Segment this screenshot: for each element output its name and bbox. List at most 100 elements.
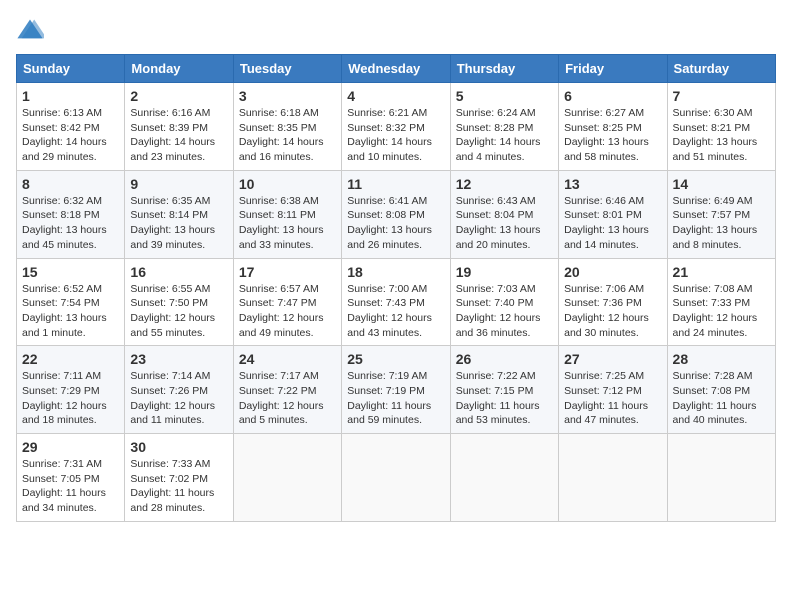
day-detail: Sunrise: 6:32 AM Sunset: 8:18 PM Dayligh… — [22, 194, 119, 253]
calendar-cell: 29 Sunrise: 7:31 AM Sunset: 7:05 PM Dayli… — [17, 434, 125, 522]
day-detail: Sunrise: 6:43 AM Sunset: 8:04 PM Dayligh… — [456, 194, 553, 253]
calendar-week-row: 22 Sunrise: 7:11 AM Sunset: 7:29 PM Dayli… — [17, 346, 776, 434]
day-number: 25 — [347, 351, 444, 367]
day-detail: Sunrise: 7:25 AM Sunset: 7:12 PM Dayligh… — [564, 369, 661, 428]
day-number: 18 — [347, 264, 444, 280]
calendar-cell: 14 Sunrise: 6:49 AM Sunset: 7:57 PM Dayli… — [667, 170, 775, 258]
day-number: 9 — [130, 176, 227, 192]
logo — [16, 16, 48, 44]
day-number: 3 — [239, 88, 336, 104]
day-detail: Sunrise: 7:08 AM Sunset: 7:33 PM Dayligh… — [673, 282, 770, 341]
calendar-cell: 26 Sunrise: 7:22 AM Sunset: 7:15 PM Dayli… — [450, 346, 558, 434]
day-detail: Sunrise: 6:57 AM Sunset: 7:47 PM Dayligh… — [239, 282, 336, 341]
day-number: 5 — [456, 88, 553, 104]
day-number: 15 — [22, 264, 119, 280]
day-number: 11 — [347, 176, 444, 192]
calendar-cell: 10 Sunrise: 6:38 AM Sunset: 8:11 PM Dayli… — [233, 170, 341, 258]
day-detail: Sunrise: 7:11 AM Sunset: 7:29 PM Dayligh… — [22, 369, 119, 428]
day-detail: Sunrise: 6:13 AM Sunset: 8:42 PM Dayligh… — [22, 106, 119, 165]
day-detail: Sunrise: 6:24 AM Sunset: 8:28 PM Dayligh… — [456, 106, 553, 165]
day-number: 10 — [239, 176, 336, 192]
calendar-cell: 5 Sunrise: 6:24 AM Sunset: 8:28 PM Daylig… — [450, 83, 558, 171]
day-number: 4 — [347, 88, 444, 104]
weekday-header-row: SundayMondayTuesdayWednesdayThursdayFrid… — [17, 55, 776, 83]
calendar-table: SundayMondayTuesdayWednesdayThursdayFrid… — [16, 54, 776, 522]
day-detail: Sunrise: 6:49 AM Sunset: 7:57 PM Dayligh… — [673, 194, 770, 253]
calendar-week-row: 15 Sunrise: 6:52 AM Sunset: 7:54 PM Dayli… — [17, 258, 776, 346]
calendar-cell: 25 Sunrise: 7:19 AM Sunset: 7:19 PM Dayli… — [342, 346, 450, 434]
weekday-header-sunday: Sunday — [17, 55, 125, 83]
day-number: 12 — [456, 176, 553, 192]
day-number: 20 — [564, 264, 661, 280]
day-number: 14 — [673, 176, 770, 192]
day-number: 7 — [673, 88, 770, 104]
calendar-cell: 8 Sunrise: 6:32 AM Sunset: 8:18 PM Daylig… — [17, 170, 125, 258]
calendar-cell: 6Sunrise: 6:27 AM Sunset: 8:25 PM Daylig… — [559, 83, 667, 171]
day-number: 1 — [22, 88, 119, 104]
calendar-cell: 9 Sunrise: 6:35 AM Sunset: 8:14 PM Daylig… — [125, 170, 233, 258]
day-detail: Sunrise: 6:27 AM Sunset: 8:25 PM Dayligh… — [564, 106, 661, 165]
day-number: 23 — [130, 351, 227, 367]
day-detail: Sunrise: 7:22 AM Sunset: 7:15 PM Dayligh… — [456, 369, 553, 428]
weekday-header-saturday: Saturday — [667, 55, 775, 83]
calendar-cell — [342, 434, 450, 522]
day-number: 22 — [22, 351, 119, 367]
day-number: 13 — [564, 176, 661, 192]
day-number: 2 — [130, 88, 227, 104]
day-detail: Sunrise: 7:28 AM Sunset: 7:08 PM Dayligh… — [673, 369, 770, 428]
calendar-cell: 16Sunrise: 6:55 AM Sunset: 7:50 PM Dayli… — [125, 258, 233, 346]
day-number: 26 — [456, 351, 553, 367]
calendar-cell — [233, 434, 341, 522]
calendar-cell: 18 Sunrise: 7:00 AM Sunset: 7:43 PM Dayli… — [342, 258, 450, 346]
day-detail: Sunrise: 6:46 AM Sunset: 8:01 PM Dayligh… — [564, 194, 661, 253]
day-number: 17 — [239, 264, 336, 280]
day-number: 24 — [239, 351, 336, 367]
day-number: 27 — [564, 351, 661, 367]
day-detail: Sunrise: 6:38 AM Sunset: 8:11 PM Dayligh… — [239, 194, 336, 253]
day-detail: Sunrise: 7:03 AM Sunset: 7:40 PM Dayligh… — [456, 282, 553, 341]
day-number: 8 — [22, 176, 119, 192]
calendar-cell: 21 Sunrise: 7:08 AM Sunset: 7:33 PM Dayli… — [667, 258, 775, 346]
day-detail: Sunrise: 6:16 AM Sunset: 8:39 PM Dayligh… — [130, 106, 227, 165]
day-detail: Sunrise: 7:31 AM Sunset: 7:05 PM Dayligh… — [22, 457, 119, 516]
day-detail: Sunrise: 7:17 AM Sunset: 7:22 PM Dayligh… — [239, 369, 336, 428]
day-number: 21 — [673, 264, 770, 280]
calendar-cell: 7 Sunrise: 6:30 AM Sunset: 8:21 PM Daylig… — [667, 83, 775, 171]
day-detail: Sunrise: 7:00 AM Sunset: 7:43 PM Dayligh… — [347, 282, 444, 341]
page-header — [16, 16, 776, 44]
calendar-cell: 17 Sunrise: 6:57 AM Sunset: 7:47 PM Dayli… — [233, 258, 341, 346]
day-number: 19 — [456, 264, 553, 280]
calendar-week-row: 8 Sunrise: 6:32 AM Sunset: 8:18 PM Daylig… — [17, 170, 776, 258]
weekday-header-thursday: Thursday — [450, 55, 558, 83]
day-detail: Sunrise: 7:33 AM Sunset: 7:02 PM Dayligh… — [130, 457, 227, 516]
calendar-cell — [559, 434, 667, 522]
calendar-cell: 11Sunrise: 6:41 AM Sunset: 8:08 PM Dayli… — [342, 170, 450, 258]
calendar-cell — [667, 434, 775, 522]
day-detail: Sunrise: 6:21 AM Sunset: 8:32 PM Dayligh… — [347, 106, 444, 165]
calendar-cell: 24 Sunrise: 7:17 AM Sunset: 7:22 PM Dayli… — [233, 346, 341, 434]
calendar-week-row: 29 Sunrise: 7:31 AM Sunset: 7:05 PM Dayli… — [17, 434, 776, 522]
calendar-cell: 12 Sunrise: 6:43 AM Sunset: 8:04 PM Dayli… — [450, 170, 558, 258]
weekday-header-wednesday: Wednesday — [342, 55, 450, 83]
calendar-cell: 15 Sunrise: 6:52 AM Sunset: 7:54 PM Dayli… — [17, 258, 125, 346]
weekday-header-friday: Friday — [559, 55, 667, 83]
day-number: 29 — [22, 439, 119, 455]
calendar-cell: 27 Sunrise: 7:25 AM Sunset: 7:12 PM Dayli… — [559, 346, 667, 434]
weekday-header-monday: Monday — [125, 55, 233, 83]
calendar-cell: 2 Sunrise: 6:16 AM Sunset: 8:39 PM Daylig… — [125, 83, 233, 171]
day-detail: Sunrise: 6:35 AM Sunset: 8:14 PM Dayligh… — [130, 194, 227, 253]
day-detail: Sunrise: 7:19 AM Sunset: 7:19 PM Dayligh… — [347, 369, 444, 428]
day-detail: Sunrise: 7:14 AM Sunset: 7:26 PM Dayligh… — [130, 369, 227, 428]
calendar-cell: 22 Sunrise: 7:11 AM Sunset: 7:29 PM Dayli… — [17, 346, 125, 434]
calendar-cell: 28Sunrise: 7:28 AM Sunset: 7:08 PM Dayli… — [667, 346, 775, 434]
weekday-header-tuesday: Tuesday — [233, 55, 341, 83]
day-detail: Sunrise: 6:30 AM Sunset: 8:21 PM Dayligh… — [673, 106, 770, 165]
day-detail: Sunrise: 7:06 AM Sunset: 7:36 PM Dayligh… — [564, 282, 661, 341]
calendar-cell: 20 Sunrise: 7:06 AM Sunset: 7:36 PM Dayli… — [559, 258, 667, 346]
calendar-cell — [450, 434, 558, 522]
calendar-cell: 19 Sunrise: 7:03 AM Sunset: 7:40 PM Dayli… — [450, 258, 558, 346]
day-number: 16 — [130, 264, 227, 280]
calendar-cell: 3Sunrise: 6:18 AM Sunset: 8:35 PM Daylig… — [233, 83, 341, 171]
calendar-cell: 13 Sunrise: 6:46 AM Sunset: 8:01 PM Dayli… — [559, 170, 667, 258]
day-detail: Sunrise: 6:52 AM Sunset: 7:54 PM Dayligh… — [22, 282, 119, 341]
